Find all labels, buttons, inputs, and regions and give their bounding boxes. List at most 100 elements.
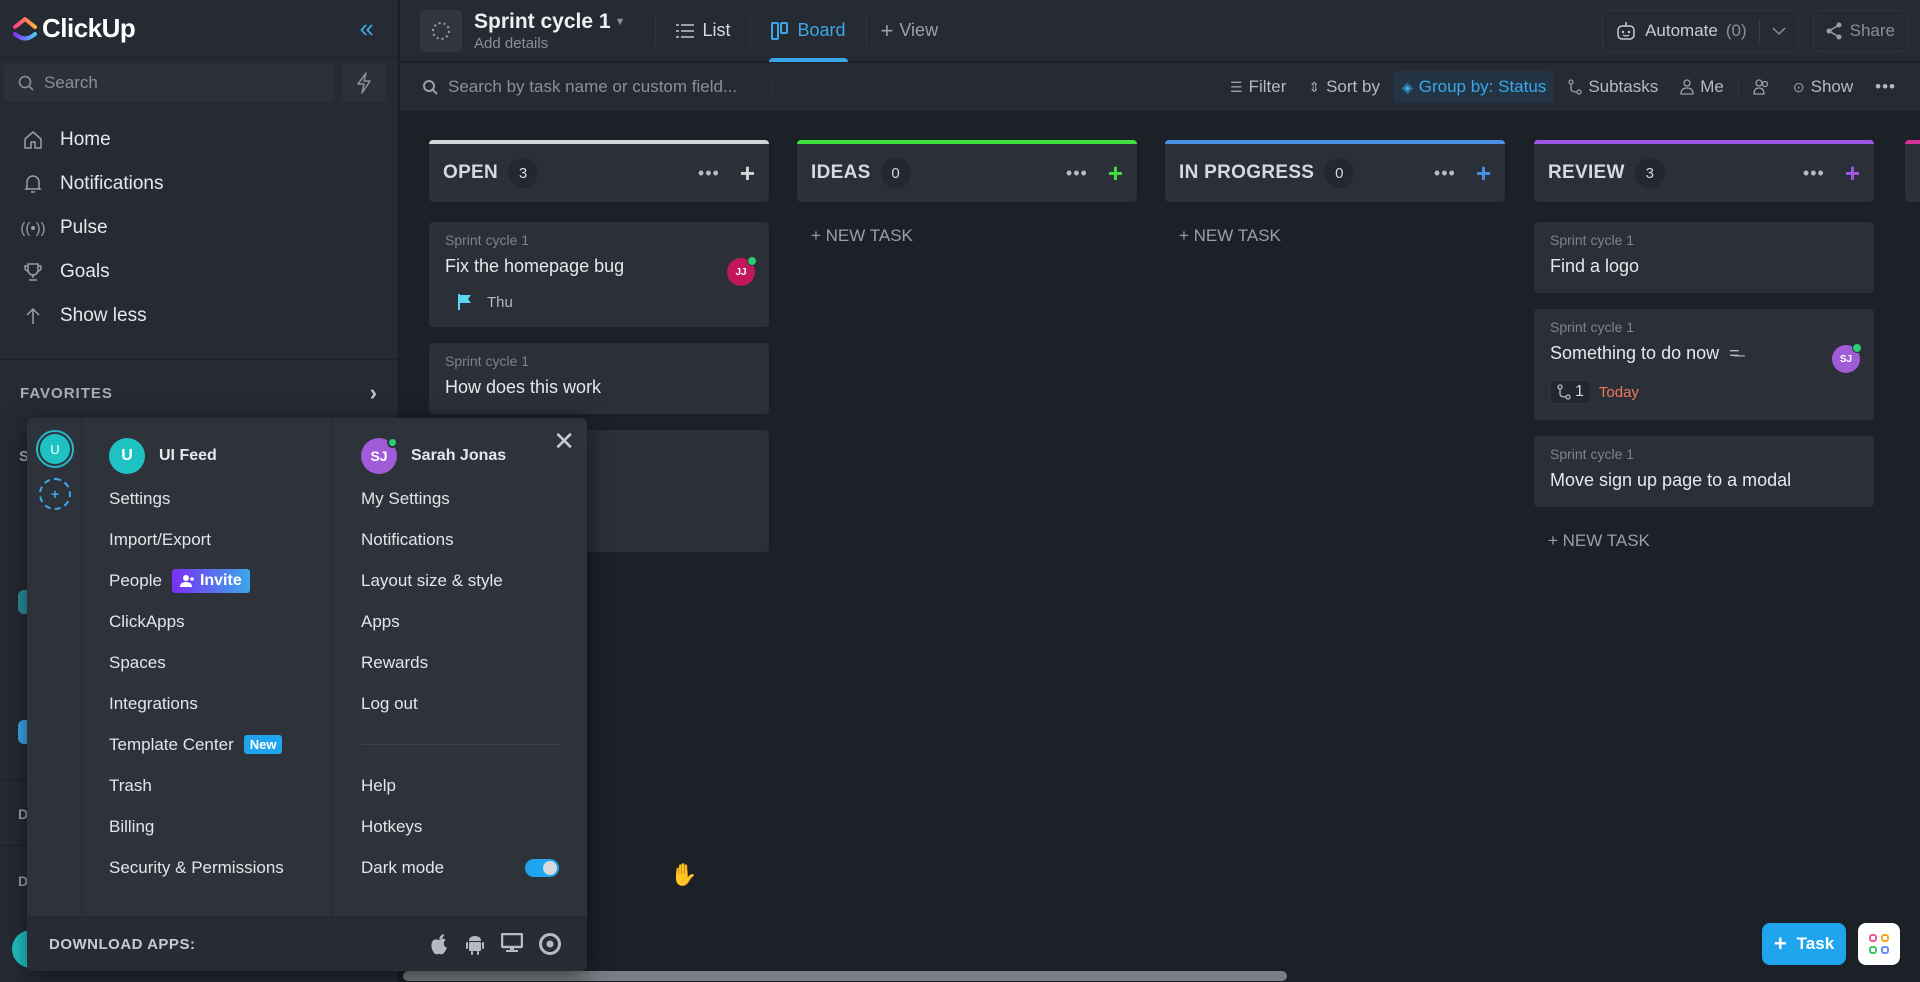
quick-action-button[interactable]	[342, 64, 386, 102]
tab-list[interactable]: List	[670, 0, 736, 62]
desktop-icon[interactable]	[501, 933, 523, 955]
list-title[interactable]: Sprint cycle 1 ▼	[474, 10, 625, 34]
apple-icon[interactable]	[429, 933, 449, 955]
dark-mode-toggle[interactable]	[525, 858, 559, 877]
menu-item-import-export[interactable]: Import/Export	[109, 519, 332, 560]
column-more-icon[interactable]: •••	[698, 163, 720, 184]
group-by-button[interactable]: ◈ Group by: Status	[1393, 71, 1555, 103]
new-task-button[interactable]: + NEW TASK	[1165, 226, 1505, 246]
board-toolbar: ☰ Filter ⇕ Sort by ◈ Group by: Status Su…	[400, 63, 1920, 111]
clickup-logo[interactable]: ClickUp	[12, 13, 136, 44]
column-name: IN PROGRESS	[1179, 162, 1315, 183]
favorites-section[interactable]: FAVORITES ›	[0, 360, 398, 426]
plus-icon: +	[880, 17, 894, 43]
workspace-avatar[interactable]: U	[36, 430, 74, 468]
task-card[interactable]: Sprint cycle 1 How does this work	[429, 343, 769, 414]
users-icon	[1753, 79, 1769, 95]
share-button[interactable]: Share	[1812, 9, 1908, 52]
column-name: REVIEW	[1548, 162, 1625, 183]
menu-item-notifications[interactable]: Notifications	[361, 519, 587, 560]
subtasks-button[interactable]: Subtasks	[1560, 71, 1666, 103]
column-add-icon[interactable]: +	[1476, 160, 1491, 186]
chevron-down-icon[interactable]	[1772, 26, 1786, 36]
sidebar-item-goals[interactable]: Goals	[0, 250, 398, 294]
menu-item-my-settings[interactable]: My Settings	[361, 478, 587, 519]
sidebar-search-input[interactable]: Search	[4, 64, 334, 102]
task-card[interactable]: Sprint cycle 1 Something to do now =̶ SJ…	[1534, 309, 1874, 420]
column-more-icon[interactable]: •••	[1803, 163, 1825, 184]
menu-item-spaces[interactable]: Spaces	[109, 642, 332, 683]
header-divider	[655, 15, 657, 46]
column-add-icon[interactable]: +	[1108, 160, 1123, 186]
assignees-button[interactable]	[1745, 73, 1779, 101]
apps-grid-button[interactable]	[1858, 923, 1900, 965]
task-card[interactable]: Sprint cycle 1 Fix the homepage bug JJ T…	[429, 222, 769, 327]
new-task-fab[interactable]: + Task	[1762, 923, 1846, 965]
filter-label: Filter	[1248, 77, 1287, 96]
close-icon[interactable]: ✕	[553, 428, 575, 454]
chrome-icon[interactable]	[539, 933, 561, 955]
menu-item-security-permissions[interactable]: Security & Permissions	[109, 847, 332, 888]
automate-button[interactable]: Automate (0)	[1602, 9, 1799, 52]
column-in-progress: IN PROGRESS 0 ••• + + NEW TASK	[1165, 140, 1505, 246]
invite-button[interactable]: Invite	[171, 568, 250, 593]
add-details-link[interactable]: Add details	[474, 35, 625, 52]
task-card[interactable]: Sprint cycle 1 Find a logo	[1534, 222, 1874, 293]
menu-item-billing[interactable]: Billing	[109, 806, 332, 847]
task-due-date[interactable]: Thu	[487, 294, 513, 311]
assignee-avatar[interactable]: JJ	[727, 256, 757, 286]
sidebar-item-notifications[interactable]: Notifications	[0, 162, 398, 206]
show-button[interactable]: ⊙ Show	[1785, 71, 1861, 103]
pulse-icon: ((•))	[20, 219, 46, 237]
subtasks-chip[interactable]: 1	[1550, 380, 1591, 404]
menu-item-hotkeys[interactable]: Hotkeys	[361, 806, 587, 847]
column-add-icon[interactable]: +	[740, 160, 755, 186]
collapse-sidebar-icon[interactable]: «	[360, 13, 374, 44]
sidebar-item-home[interactable]: Home	[0, 118, 398, 162]
new-task-button[interactable]: + NEW TASK	[797, 226, 1137, 246]
list-icon-button[interactable]	[420, 9, 462, 52]
menu-item-rewards[interactable]: Rewards	[361, 642, 587, 683]
menu-item-layout-size-style[interactable]: Layout size & style	[361, 560, 587, 601]
column-add-icon[interactable]: +	[1845, 160, 1860, 186]
menu-item-log-out[interactable]: Log out	[361, 683, 587, 724]
show-label: Show	[1810, 77, 1854, 96]
menu-item-apps[interactable]: Apps	[361, 601, 587, 642]
menu-item-clickapps[interactable]: ClickApps	[109, 601, 332, 642]
column-more-icon[interactable]: •••	[1434, 163, 1456, 184]
sort-button[interactable]: ⇕ Sort by	[1300, 71, 1388, 103]
sidebar-item-pulse[interactable]: ((•)) Pulse	[0, 206, 398, 250]
menu-item-trash[interactable]: Trash	[109, 765, 332, 806]
task-due-date[interactable]: Today	[1599, 384, 1639, 401]
column-next-partial	[1905, 140, 1920, 202]
menu-item-people[interactable]: People Invite	[109, 560, 332, 601]
horizontal-scrollbar[interactable]	[403, 971, 1287, 981]
new-task-button[interactable]: + NEW TASK	[1534, 531, 1874, 551]
add-view-button[interactable]: + View	[881, 18, 939, 44]
column-count: 0	[1324, 158, 1355, 188]
tab-board[interactable]: Board	[765, 0, 851, 62]
menu-item-integrations[interactable]: Integrations	[109, 683, 332, 724]
task-title: Fix the homepage bug	[445, 256, 625, 276]
app-name: ClickUp	[42, 13, 136, 43]
task-card[interactable]: Sprint cycle 1 Move sign up page to a mo…	[1534, 436, 1874, 507]
menu-item-template-center[interactable]: Template Center New	[109, 724, 332, 765]
android-icon[interactable]	[465, 933, 485, 955]
robot-icon	[1617, 21, 1635, 40]
task-title: How does this work	[445, 377, 602, 397]
more-options-button[interactable]: •••	[1867, 71, 1904, 103]
filter-button[interactable]: ☰ Filter	[1222, 71, 1294, 103]
assignee-avatar[interactable]: SJ	[1832, 343, 1862, 373]
task-title: Something to do now =̶	[1550, 343, 1858, 364]
column-more-icon[interactable]: •••	[1066, 163, 1088, 184]
menu-item-label: Layout size & style	[361, 570, 503, 590]
sidebar-item-label: Goals	[60, 261, 110, 282]
user-menu: ✕ SJ Sarah Jonas My Settings Notificatio…	[333, 418, 587, 916]
task-search-input[interactable]	[448, 77, 768, 97]
menu-item-settings[interactable]: Settings	[109, 478, 332, 519]
menu-item-help[interactable]: Help	[361, 765, 587, 806]
priority-flag-icon[interactable]	[457, 293, 473, 311]
add-workspace-button[interactable]: +	[39, 478, 71, 510]
me-filter-button[interactable]: Me	[1672, 71, 1732, 103]
sidebar-item-show-less[interactable]: Show less	[0, 294, 398, 338]
